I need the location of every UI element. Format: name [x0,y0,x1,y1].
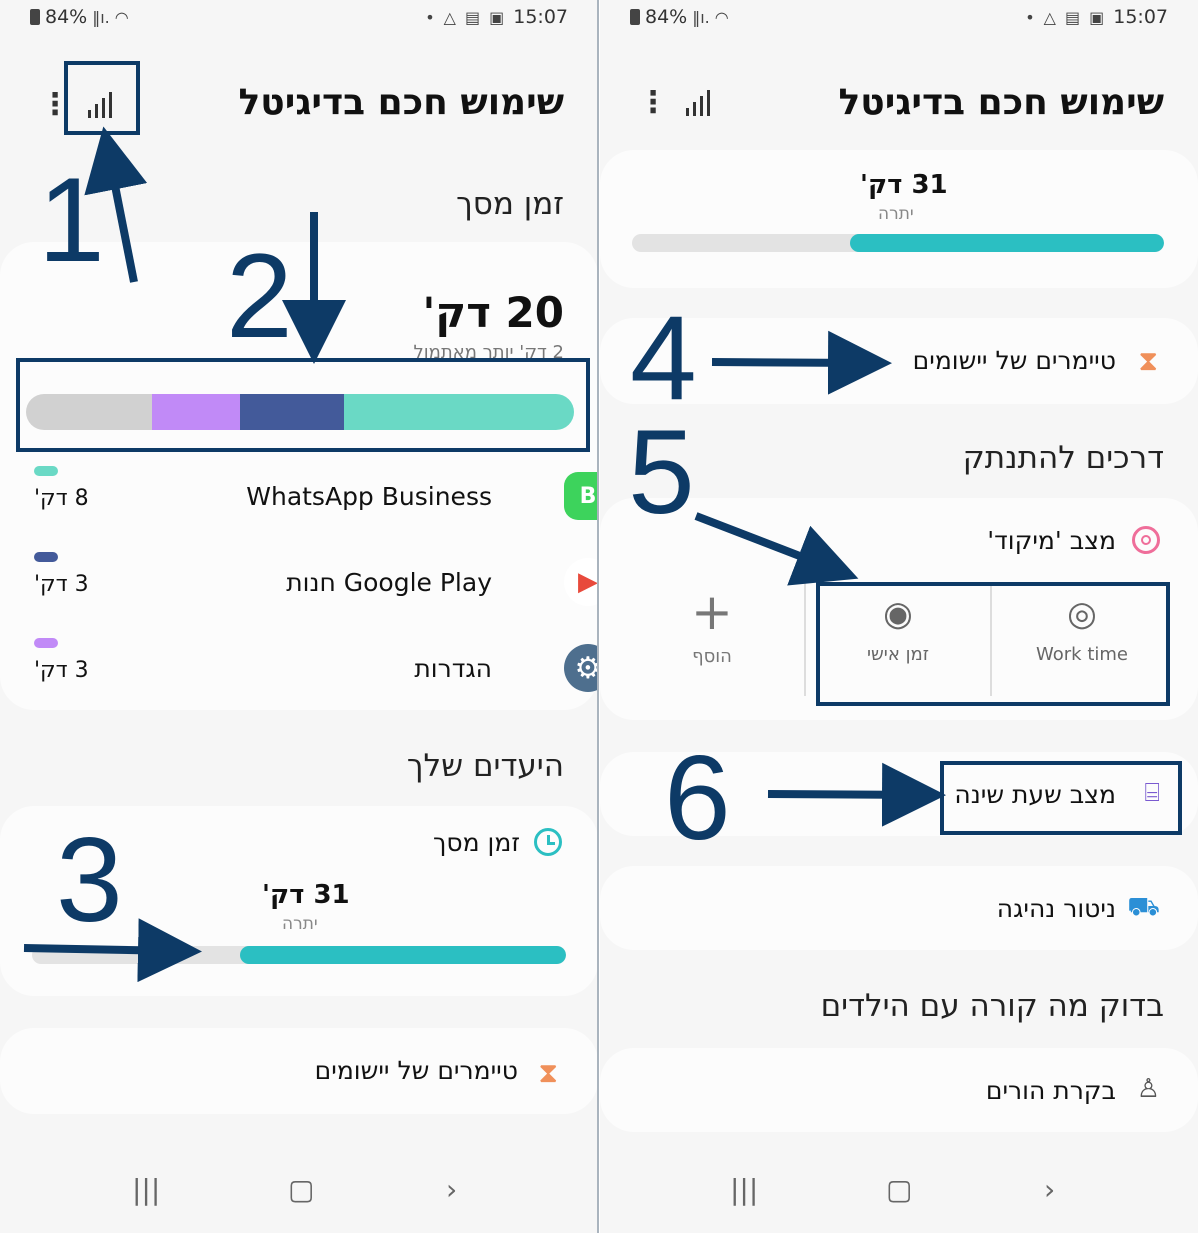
panel-separator [597,0,599,1233]
arrow-4 [711,330,892,395]
annotation-arrows [23,126,346,983]
arrow-6 [767,762,946,827]
right-screenshot: 84% ‖ı. ◠ • △ ▤ ▣ 15:07 ⋮ שימוש חכם בדיגיטל 31… [600,0,1198,1233]
arrow-5 [694,512,859,586]
arrow-1 [84,126,148,283]
arrow-3 [23,918,202,983]
annotation-arrows [694,330,946,827]
left-screenshot: 84% ‖ı. ◠ • △ ▤ ▣ 15:07 ⋮ שימוש חכם בדיגיטל זמ… [0,0,598,1233]
